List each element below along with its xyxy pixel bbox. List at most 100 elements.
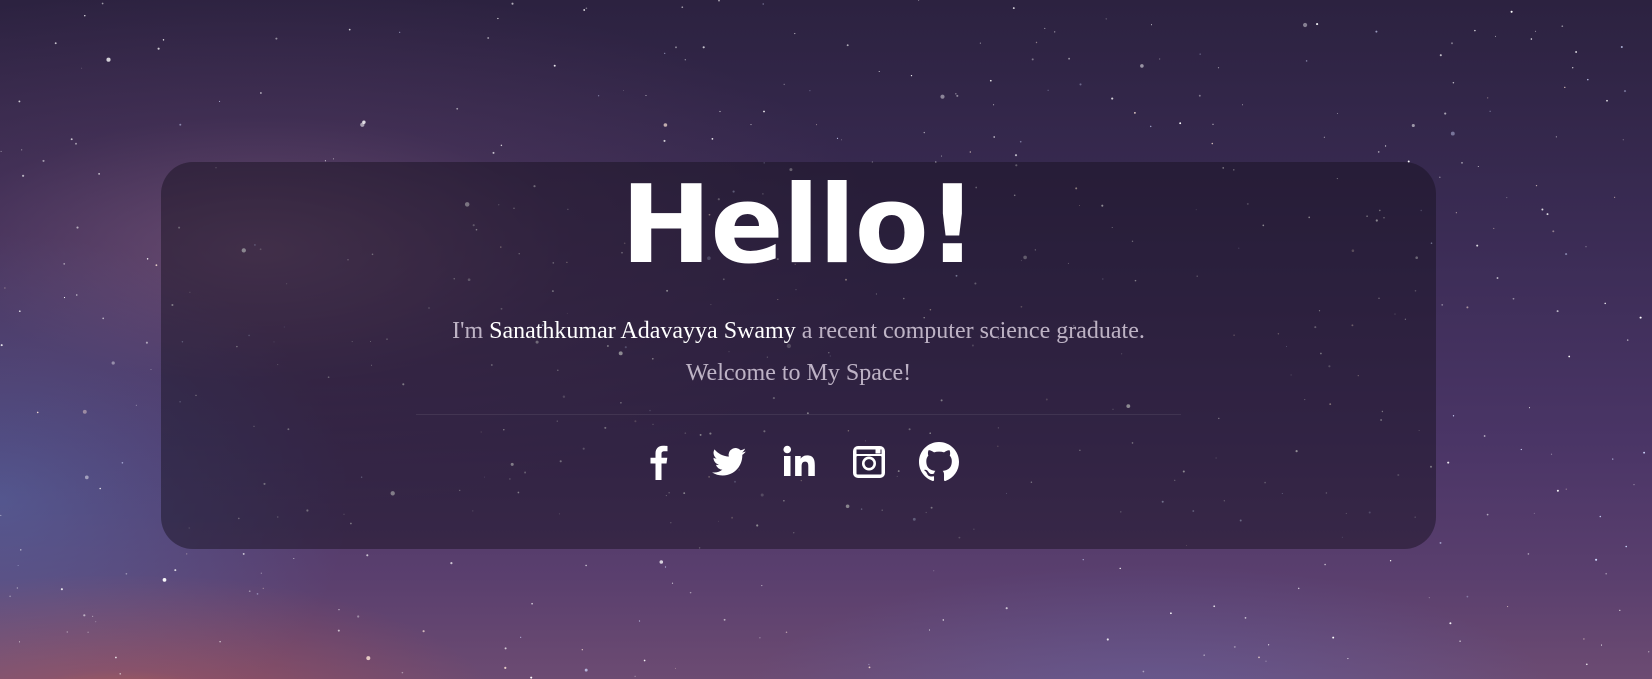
star: [82, 409, 87, 414]
star: [681, 6, 684, 9]
star: [597, 95, 600, 97]
instagram-link[interactable]: [849, 442, 889, 482]
star: [275, 37, 278, 40]
star: [1444, 112, 1447, 115]
star: [1305, 60, 1308, 62]
star: [1411, 123, 1415, 128]
star: [1047, 89, 1049, 91]
star: [1054, 31, 1056, 33]
star: [0, 150, 2, 152]
intro-suffix: a recent computer science graduate.: [795, 318, 1145, 344]
star: [1510, 10, 1513, 13]
star: [357, 615, 360, 618]
star: [1031, 58, 1034, 61]
star: [1564, 86, 1566, 89]
facebook-link[interactable]: [639, 442, 679, 482]
star: [348, 28, 351, 31]
star: [689, 591, 692, 594]
star: [399, 31, 401, 33]
star: [763, 110, 765, 113]
star: [262, 587, 264, 590]
star: [1626, 339, 1629, 341]
star: [17, 564, 19, 566]
star: [115, 656, 117, 659]
star: [723, 618, 726, 621]
star: [1466, 595, 1469, 598]
star: [1459, 640, 1461, 643]
star: [1377, 151, 1380, 153]
star: [70, 138, 73, 141]
star: [993, 136, 996, 138]
social-links: [161, 442, 1436, 482]
star: [1530, 38, 1533, 40]
star: [1496, 277, 1499, 279]
star: [1439, 541, 1442, 544]
star: [718, 0, 720, 2]
star: [497, 17, 499, 20]
star: [794, 33, 796, 35]
star: [1203, 654, 1205, 656]
star: [0, 514, 2, 516]
star: [1534, 30, 1537, 32]
star: [750, 124, 752, 126]
star: [102, 317, 105, 320]
star: [659, 560, 664, 564]
star: [1556, 489, 1559, 492]
star: [366, 554, 369, 557]
star: [989, 79, 992, 82]
star: [645, 94, 647, 97]
star: [1179, 122, 1182, 125]
twitter-link[interactable]: [709, 442, 749, 482]
star: [1316, 23, 1319, 26]
star: [119, 673, 121, 675]
star: [664, 52, 666, 55]
star: [106, 57, 111, 62]
star: [337, 629, 340, 632]
github-link[interactable]: [918, 442, 959, 482]
star: [1258, 656, 1260, 659]
star: [1213, 605, 1216, 608]
star: [684, 59, 686, 61]
star: [1546, 213, 1549, 216]
star: [76, 294, 78, 296]
star: [1332, 636, 1335, 639]
star: [179, 123, 182, 126]
star: [1149, 125, 1152, 128]
star: [1487, 97, 1489, 99]
star: [1461, 162, 1463, 164]
star: [585, 564, 587, 567]
star: [1005, 607, 1008, 610]
star: [75, 142, 77, 145]
star: [1495, 35, 1496, 37]
star: [1014, 154, 1018, 157]
star: [1068, 57, 1070, 60]
star: [783, 83, 785, 86]
star: [868, 666, 871, 669]
star: [993, 104, 995, 106]
star: [942, 619, 945, 621]
star: [150, 369, 152, 371]
star: [1528, 407, 1531, 409]
star: [1575, 51, 1577, 53]
star: [1082, 559, 1084, 561]
star: [702, 46, 705, 49]
star: [146, 258, 149, 260]
star: [1606, 99, 1608, 102]
star: [1533, 512, 1535, 514]
linkedin-link[interactable]: [779, 442, 819, 482]
linkedin-icon: [782, 445, 815, 476]
star: [242, 552, 245, 555]
star: [293, 557, 295, 560]
star: [846, 44, 849, 47]
star: [63, 263, 66, 265]
star: [933, 570, 935, 572]
star: [531, 602, 533, 605]
star: [1648, 651, 1650, 653]
star: [121, 461, 124, 464]
star: [219, 641, 221, 643]
instagram-icon: [852, 446, 885, 478]
star: [674, 667, 676, 669]
star: [1565, 488, 1567, 490]
star: [868, 663, 870, 665]
star: [492, 151, 495, 154]
